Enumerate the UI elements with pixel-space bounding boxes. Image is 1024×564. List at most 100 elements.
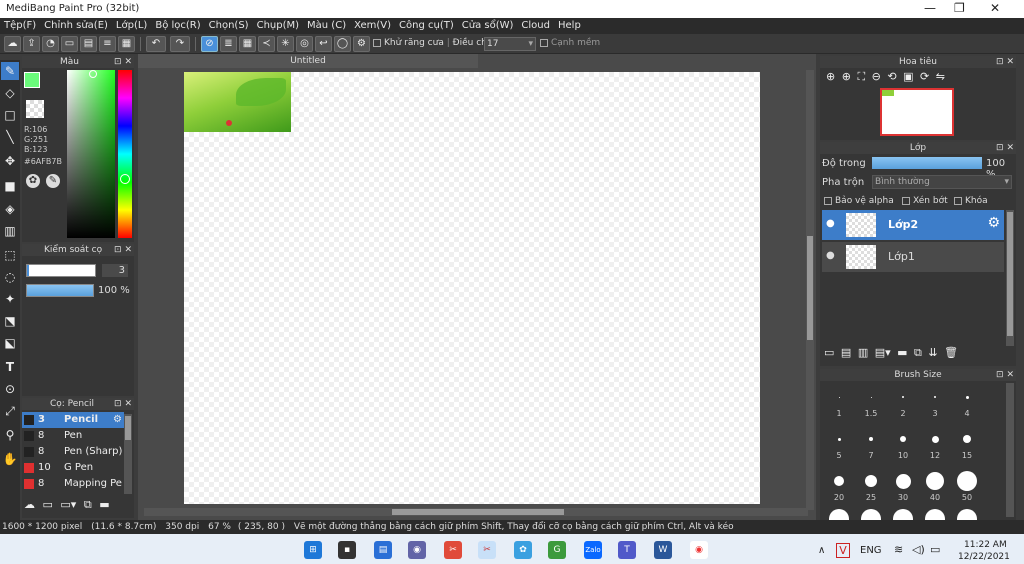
teams-icon[interactable]: T	[618, 541, 636, 559]
zoom-out-icon[interactable]: ⊖	[872, 70, 881, 83]
vertical-scrollbar[interactable]	[806, 70, 814, 510]
add-brush-icon[interactable]: ▭	[43, 498, 53, 511]
redo-icon[interactable]: ↷	[170, 36, 190, 52]
add-brush-menu-icon[interactable]: ▭▾	[60, 498, 76, 511]
brush-size-option[interactable]: 2	[888, 385, 918, 425]
brush-size-option[interactable]: 3	[920, 385, 950, 425]
rotate-left-icon[interactable]: ⟲	[887, 70, 896, 83]
undo-icon[interactable]: ↶	[146, 36, 166, 52]
menu-cloud[interactable]: Cloud	[517, 18, 554, 34]
brush-opacity-slider[interactable]	[26, 284, 94, 297]
fit-icon[interactable]: ⛶	[857, 70, 865, 83]
magic-wand-tool-icon[interactable]: ✦	[1, 290, 19, 308]
placed-image[interactable]	[184, 72, 291, 132]
close-icon[interactable]: ✕	[990, 1, 1000, 15]
menu-help[interactable]: Help	[554, 18, 585, 34]
menu-select[interactable]: Chọn(S)	[205, 18, 253, 34]
brush-size-option[interactable]: 40	[920, 469, 950, 509]
clipping-checkbox[interactable]	[902, 196, 910, 205]
brush-item[interactable]: 3 Pencil ⚙	[22, 412, 124, 428]
brush-size-dot[interactable]	[893, 509, 913, 520]
bucket-tool-icon[interactable]: ◈	[1, 200, 19, 218]
visibility-icon[interactable]: ●	[826, 250, 835, 261]
visibility-icon[interactable]: ●	[826, 218, 835, 229]
gradient-tool-icon[interactable]: ▥	[1, 222, 19, 240]
brush-size-slider[interactable]	[26, 264, 96, 277]
gear-icon[interactable]: ⚙	[353, 36, 370, 52]
add-layer-menu-icon[interactable]: ▤▾	[875, 346, 891, 359]
duplicate-brush-icon[interactable]: ⧉	[84, 498, 92, 511]
brush-size-value[interactable]: 3	[102, 264, 128, 277]
zoom-in-alt-icon[interactable]: ⊕	[842, 70, 851, 83]
photos-icon[interactable]: ✿	[514, 541, 532, 559]
brush-size-option[interactable]: 1.5	[856, 385, 886, 425]
drawing-canvas[interactable]	[184, 72, 760, 504]
layer-item[interactable]: ● Lớp2 ⚙	[822, 210, 1004, 240]
hue-slider[interactable]	[118, 70, 132, 238]
soft-edge-checkbox[interactable]	[540, 38, 548, 47]
menu-tools[interactable]: Công cụ(T)	[395, 18, 458, 34]
gear-icon[interactable]: ⚙	[987, 215, 1000, 231]
brush-size-option[interactable]: 7	[856, 427, 886, 467]
wifi-icon[interactable]: ≋	[894, 543, 903, 556]
navigator-preview[interactable]	[880, 88, 954, 136]
horizontal-scrollbar[interactable]	[144, 508, 808, 516]
antivirus-icon[interactable]: V	[836, 543, 850, 558]
cloud-icon[interactable]: ☁	[4, 36, 21, 52]
color-picker-icon[interactable]: ✎	[46, 174, 60, 188]
language-indicator[interactable]: ENG	[860, 545, 882, 556]
snip-sketch-icon[interactable]: ✂	[478, 541, 496, 559]
grid-snap-icon[interactable]: ▦	[239, 36, 256, 52]
cloud-brush-icon[interactable]: ☁	[24, 498, 35, 511]
antialias-checkbox[interactable]	[373, 38, 381, 47]
menu-layer[interactable]: Lớp(L)	[112, 18, 151, 34]
coccoc-icon[interactable]: G	[548, 541, 566, 559]
brush-size-option[interactable]: 15	[952, 427, 982, 467]
canvas-tab[interactable]: Untitled	[138, 54, 478, 68]
zalo-icon[interactable]: Zalo	[584, 541, 602, 559]
snipping-tool-icon[interactable]: ✂	[444, 541, 462, 559]
brush-list-scrollbar[interactable]	[124, 414, 132, 494]
perspective-snap-icon[interactable]: ≺	[258, 36, 275, 52]
select-rect-tool-icon[interactable]: ⬚	[1, 246, 19, 264]
panel-close-icon[interactable]: ⊡ ✕	[996, 369, 1014, 381]
rotate-right-icon[interactable]: ⟳	[920, 70, 929, 83]
hue-cursor[interactable]	[120, 174, 130, 184]
widgets-icon[interactable]: ▤	[374, 541, 392, 559]
flip-icon[interactable]: ⇋	[936, 70, 945, 83]
folder-icon[interactable]: ▬	[99, 498, 109, 511]
duplicate-layer-icon[interactable]: ⧉	[914, 346, 922, 359]
panel-close-icon[interactable]: ⊡ ✕	[114, 398, 132, 410]
panel-close-icon[interactable]: ⊡ ✕	[114, 244, 132, 256]
lasso-tool-icon[interactable]: ◌	[1, 268, 19, 286]
eraser-tool-icon[interactable]: ◇	[1, 84, 19, 102]
fill-rect-tool-icon[interactable]: ■	[1, 177, 19, 195]
layer-opacity-slider[interactable]	[872, 157, 982, 169]
new-halftone-layer-icon[interactable]: ▤	[841, 346, 851, 359]
brush-size-dot[interactable]	[957, 509, 977, 520]
brush-size-option[interactable]: 12	[920, 427, 950, 467]
ellipse-snap-icon[interactable]: ◯	[334, 36, 351, 52]
folder-icon[interactable]: ▬	[897, 346, 907, 359]
volume-icon[interactable]: ◁)	[912, 543, 925, 556]
panel-close-icon[interactable]: ⊡ ✕	[996, 56, 1014, 68]
brush-size-dot[interactable]	[829, 509, 849, 520]
menu-snap[interactable]: Chụp(M)	[253, 18, 303, 34]
select-eraser-tool-icon[interactable]: ⬕	[1, 334, 19, 352]
page-icon[interactable]: ▤	[80, 36, 97, 52]
task-view-icon[interactable]: ▪	[338, 541, 356, 559]
zoom-in-icon[interactable]: ⊕	[826, 70, 835, 83]
gear-icon[interactable]: ⚙	[113, 412, 122, 428]
chat-icon[interactable]: ◉	[408, 541, 426, 559]
brush-size-option[interactable]: 25	[856, 469, 886, 509]
brush-item[interactable]: 8 Mapping Pen	[22, 476, 122, 492]
move-tool-icon[interactable]: ✥	[1, 152, 19, 170]
start-icon[interactable]: ⊞	[304, 541, 322, 559]
menu-file[interactable]: Tệp(F)	[0, 18, 40, 34]
sv-cursor[interactable]	[89, 70, 97, 78]
protect-alpha-checkbox[interactable]	[824, 196, 832, 205]
chrome-icon[interactable]: ◉	[690, 541, 708, 559]
brush-tool-icon[interactable]: ✎	[1, 62, 19, 80]
battery-icon[interactable]: ▭	[930, 543, 940, 556]
word-icon[interactable]: W	[654, 541, 672, 559]
